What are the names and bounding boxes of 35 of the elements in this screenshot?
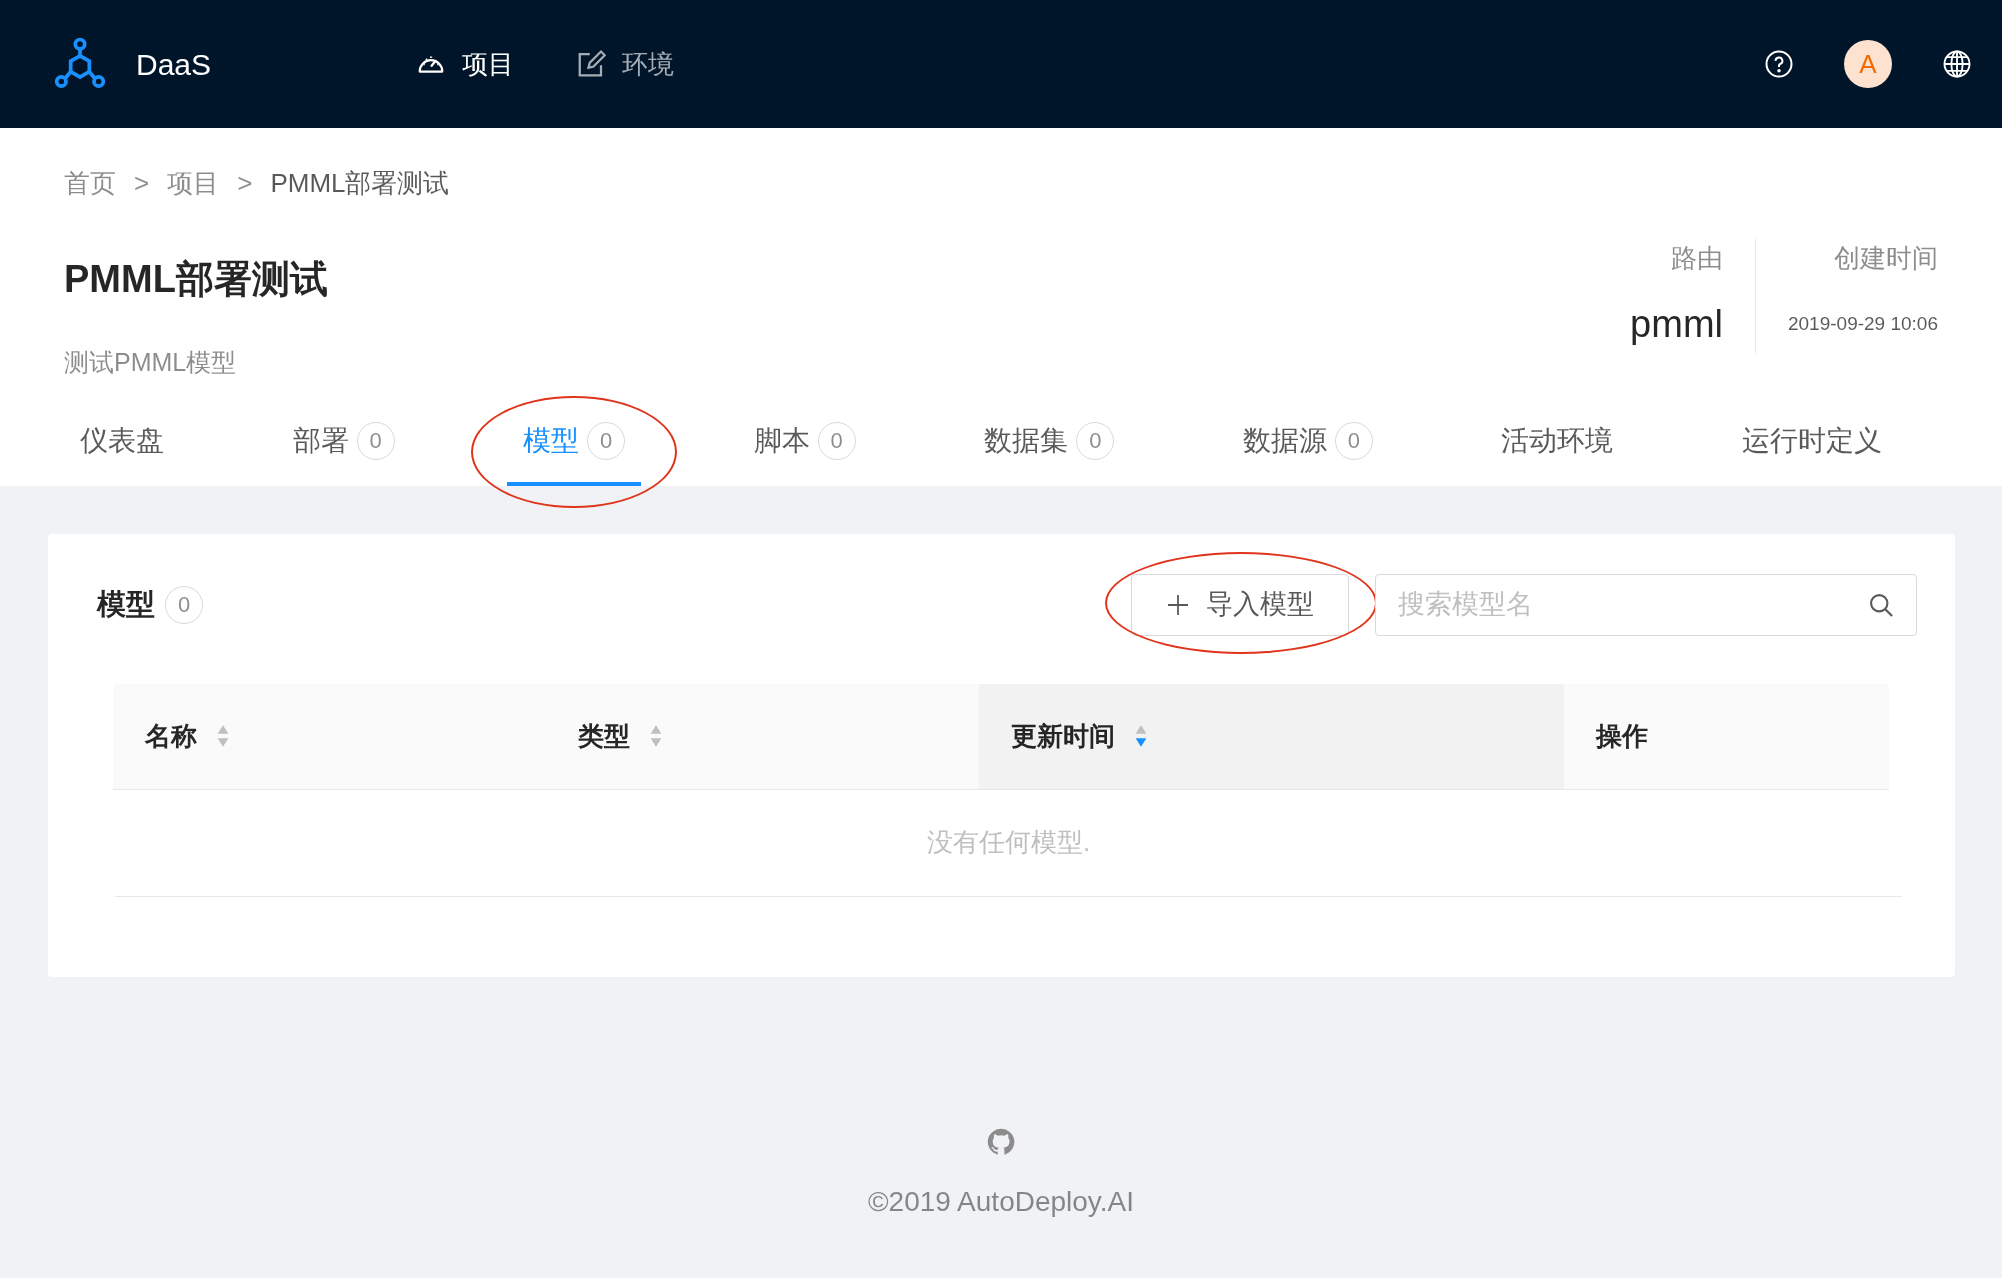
sort-icon[interactable] (648, 723, 664, 749)
stat-value: 2019-09-29 10:06 (1788, 312, 1938, 336)
globe-icon[interactable] (1942, 49, 1972, 79)
import-button[interactable]: 导入模型 (1131, 573, 1349, 636)
empty-message: 没有任何模型. (113, 789, 1904, 897)
stat-label: 创建时间 (1833, 242, 1938, 275)
search-field[interactable]: 搜索模型名 (1375, 573, 1917, 636)
pencil-square-icon (576, 49, 607, 79)
brand-name: DaaS (136, 46, 212, 83)
project-title: PMML部署测试 (64, 257, 328, 302)
panel-title: 模型 (97, 586, 155, 622)
sort-icon[interactable] (1133, 723, 1149, 749)
tab[interactable]: 数据源 0 (1226, 407, 1389, 486)
tab[interactable]: 仪表盘 (64, 407, 180, 486)
project-description: 测试PMML模型 (64, 347, 238, 378)
breadcrumb-separator: > (134, 167, 150, 200)
breadcrumb-separator: > (237, 167, 253, 200)
tab[interactable]: 数据集 0 (968, 407, 1131, 486)
tab[interactable]: 脚本 0 (737, 407, 872, 486)
tab[interactable]: 部署 0 (276, 407, 411, 486)
plus-icon (1166, 592, 1190, 617)
github-icon[interactable] (986, 1126, 1016, 1157)
nav-link[interactable]: 环境 (576, 44, 675, 84)
stat-value: pmml (1630, 302, 1723, 347)
column-header[interactable]: 更新时间 (979, 683, 1564, 790)
copyright-text: ©2019 AutoDeploy.AI (867, 1184, 1135, 1219)
nav-link[interactable]: 项目 (416, 44, 515, 84)
sort-icon[interactable] (215, 723, 231, 749)
tab[interactable]: 运行时定义 (1725, 407, 1898, 486)
tab[interactable]: 活动环境 (1485, 407, 1630, 486)
help-icon[interactable] (1764, 49, 1794, 79)
column-header[interactable]: 类型 (546, 683, 979, 790)
column-header: 操作 (1564, 683, 1889, 790)
column-header[interactable]: 名称 (113, 683, 546, 790)
stat-label: 路由 (1670, 242, 1723, 275)
